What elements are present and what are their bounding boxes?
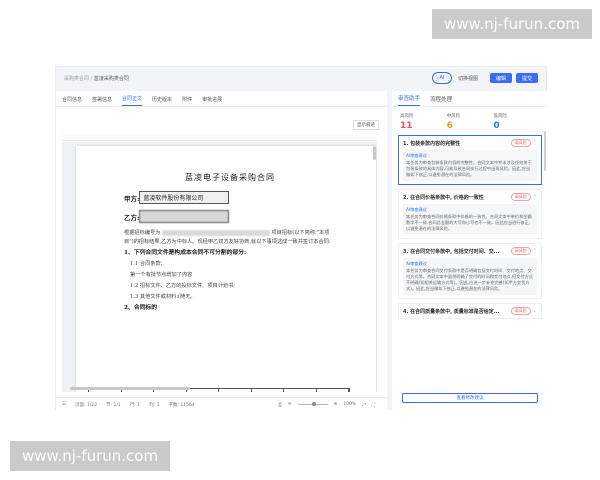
watermark-bottom: www.nj-furun.com <box>10 441 171 471</box>
review-scrollbar[interactable] <box>544 131 546 171</box>
tab-review-assistant[interactable]: 审查助手 <box>398 94 421 106</box>
vertical-scrollbar[interactable] <box>373 146 376 160</box>
zoom-in-icon[interactable]: ⊕ <box>334 402 338 407</box>
ai-suggestion: AI审查建议 本任务为审查合同价格条款中价格的一致性。合同文本中单价和金额数字不… <box>403 204 537 235</box>
doc-title: 蓝凌电子设备采购合同 <box>185 173 275 182</box>
issue-card[interactable]: 2. 在合同价格条款中, 价格的一致性 高风险 ⌃ AI审查建议 本任务为审查合… <box>398 189 542 239</box>
breadcrumb-parent[interactable]: 采购类合同 <box>64 76 89 82</box>
document-canvas[interactable]: 蓝凌电子设备采购合同 甲方: 蓝凌软件股份有限公司 乙方: 根据招标编号为 □□… <box>62 142 377 392</box>
risk-summary: 高风险 11 中风险 6 低风险 0 <box>392 107 548 131</box>
risk-high[interactable]: 高风险 11 <box>400 113 447 131</box>
party-b: 乙方: <box>124 210 336 223</box>
risk-tag: 高风险 <box>510 193 531 201</box>
chevron-up-icon[interactable]: ⌃ <box>533 194 537 200</box>
ruler <box>62 134 377 149</box>
switch-view-button[interactable]: 切换视图 <box>458 75 478 82</box>
issue-card[interactable]: 1. 包装条款内容的完整性 高风险 ⌃ AI审查建议 本任务为审查包装条款内容的… <box>398 135 542 185</box>
tab-contract-body[interactable]: 合同正文 <box>122 95 143 106</box>
party-a: 甲方: 蓝凌软件股份有限公司 <box>124 191 336 204</box>
horizontal-scrollbar[interactable] <box>70 387 190 390</box>
page-indicator: 页面: 1/22 <box>75 402 98 408</box>
risk-mid[interactable]: 中风险 6 <box>447 113 494 131</box>
zoom-slider[interactable] <box>297 402 328 406</box>
chevron-up-icon[interactable]: ⌃ <box>533 248 537 254</box>
col-indicator: 列: 1 <box>149 402 160 408</box>
edit-button[interactable]: 编辑 <box>490 73 512 83</box>
breadcrumb: 采购类合同 / 蓝凌采购类合同 <box>64 75 129 82</box>
risk-tag: 高风险 <box>510 247 531 255</box>
doc-intro-paragraph: 根据招标编号为 □□□□□□□□□□□□□□□□□□□□□□ 项目招标(以下简称… <box>124 230 331 245</box>
document-panel: 合同信息 签署信息 合同正文 历史版本 附件 审批进展 显示痕迹 蓝凌电子设备采… <box>56 91 387 411</box>
doc-clause-1-2: 1.2 招标文件、乙方的投标文件、项目计划书; <box>130 283 236 289</box>
breadcrumb-current: 蓝凌采购类合同 <box>93 75 129 82</box>
party-a-field[interactable]: 蓝凌软件股份有限公司 <box>139 191 230 204</box>
tab-process[interactable]: 流程处理 <box>430 95 452 106</box>
print-icon[interactable]: ⎙ <box>278 402 282 408</box>
chevron-down-icon[interactable]: ⌄ <box>533 308 537 314</box>
issue-title: 2. 在合同价格条款中, 价格的一致性 <box>403 194 484 201</box>
doc-clause-1-3: 1.3 其他文件或材料:(随无。 <box>130 294 196 300</box>
review-panel: 审查助手 流程处理 高风险 11 中风险 6 低风险 0 1. 包装条款内容的完… <box>392 91 548 411</box>
doc-section-2: 2、合同标的 <box>124 305 158 311</box>
zoom-out-icon[interactable]: ⊖ <box>288 402 292 407</box>
tab-attachments[interactable]: 附件 <box>182 96 192 106</box>
risk-low[interactable]: 低风险 0 <box>493 113 540 131</box>
doc-clause-note: 第一个有批节点增加了内容 <box>130 272 193 278</box>
watermark-top: www.nj-furun.com <box>431 9 592 39</box>
risk-low-count: 0 <box>493 121 500 131</box>
row-indicator: 行: 1 <box>129 402 141 408</box>
review-tabs: 审查助手 流程处理 <box>392 91 548 107</box>
ai-assistant-button[interactable]: AI <box>431 72 452 84</box>
issue-title: 1. 包装条款内容的完整性 <box>403 140 461 147</box>
word-count: 字数: 11564 <box>168 402 195 408</box>
show-marks-button[interactable]: 显示痕迹 <box>353 120 379 130</box>
list-icon[interactable]: ☰ <box>62 402 66 407</box>
risk-mid-count: 6 <box>446 121 453 131</box>
contract-tabs: 合同信息 签署信息 合同正文 历史版本 附件 审批进展 <box>56 91 387 107</box>
tab-sign-info[interactable]: 签署信息 <box>92 96 112 106</box>
issue-card[interactable]: 3. 在合同交付条款中, 包括交付时间、交... 高风险 ⌃ AI审查建议 本任… <box>398 243 542 299</box>
redacted-text: □□□□□□□□□□□□□□□□□□□□□□ <box>161 230 270 236</box>
tab-approval[interactable]: 审批进展 <box>202 96 222 106</box>
risk-high-count: 11 <box>400 121 413 131</box>
fit-icon[interactable]: ⤢ <box>362 402 366 408</box>
risk-tag: 高风险 <box>510 307 531 315</box>
ai-suggestion: AI审查建议 本任务为审查合同交付条款中是否明确包括交付时间、交付地点、交付方式… <box>403 258 537 295</box>
status-bar: ☰ 页面: 1/22 节: 1/1 行: 1 列: 1 字数: 11564 ⎙ … <box>56 397 387 411</box>
chevron-up-icon[interactable]: ⌃ <box>533 140 537 146</box>
submit-button[interactable]: 提交 <box>516 73 538 83</box>
risk-tag: 高风险 <box>510 139 531 147</box>
issue-title: 4. 在合同质量条款中, 质量标准是否给定... <box>403 308 500 315</box>
top-bar: 采购类合同 / 蓝凌采购类合同 AI 切换视图 编辑 提交 <box>56 67 546 89</box>
fullscreen-icon[interactable]: ⛶ <box>372 402 375 408</box>
zoom-level: 100% <box>343 402 357 407</box>
section-indicator: 节: 1/1 <box>106 402 121 408</box>
view-suggestions-button[interactable]: 查看修改建议 <box>402 393 538 403</box>
issue-title: 3. 在合同交付条款中, 包括交付时间、交... <box>403 248 500 255</box>
issue-card[interactable]: 4. 在合同质量条款中, 质量标准是否给定... 高风险 ⌄ <box>398 303 542 319</box>
tab-history[interactable]: 历史版本 <box>152 96 172 106</box>
ai-suggestion: AI审查建议 本任务为审查包装条款内容的完整性。合同文本中并未涉及任何关于包装条… <box>403 150 537 181</box>
doc-clause-1-1: 1.1 合同条款; <box>130 261 163 267</box>
party-b-field[interactable] <box>139 210 230 223</box>
app-window: 采购类合同 / 蓝凌采购类合同 AI 切换视图 编辑 提交 合同信息 签署信息 … <box>55 66 548 411</box>
document-page[interactable]: 蓝凌电子设备采购合同 甲方: 蓝凌软件股份有限公司 乙方: 根据招标编号为 □□… <box>76 146 376 392</box>
zoom-knob[interactable] <box>311 402 316 406</box>
tab-contract-info[interactable]: 合同信息 <box>62 96 82 106</box>
doc-section-1: 1、下列合同文件是构成本合同不可分割的部分: <box>124 250 247 256</box>
